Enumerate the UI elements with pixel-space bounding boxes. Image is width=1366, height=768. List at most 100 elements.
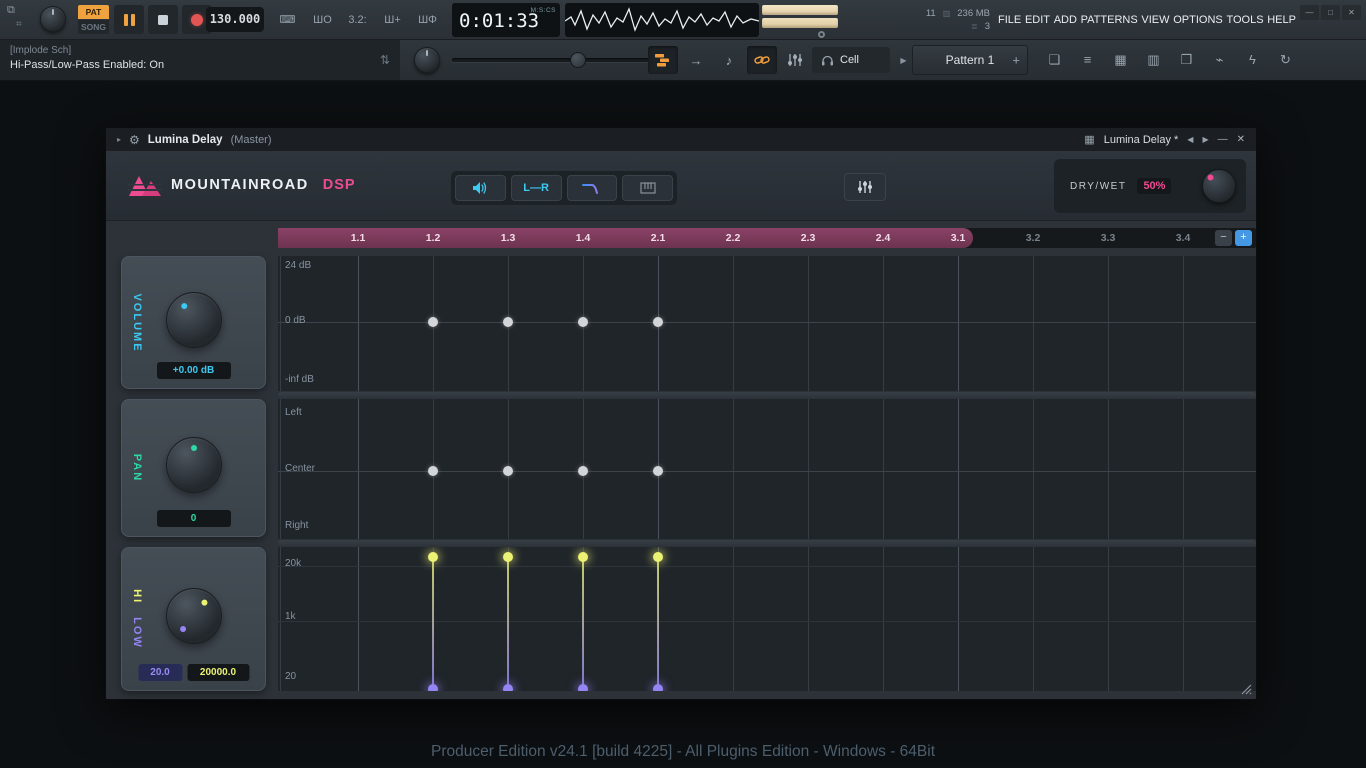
toolbar-menu-icon[interactable]: ⌗ (16, 19, 22, 30)
pan-automation-grid[interactable]: Left Center Right (278, 399, 1256, 539)
piano-roll-button[interactable]: ♪ (714, 46, 744, 74)
menu-item-options[interactable]: OPTIONS (1173, 14, 1223, 26)
automation-point-hi[interactable] (653, 552, 663, 562)
volume-value[interactable]: +0.00 dB (157, 362, 231, 379)
automation-point-hi[interactable] (428, 552, 438, 562)
timeline-ruler[interactable]: 1.11.21.31.42.12.22.32.43.13.23.33.4 − + (278, 228, 1256, 248)
zoom-in-button[interactable]: + (1235, 230, 1252, 246)
maximize-button[interactable]: □ (1321, 5, 1340, 20)
window-layout-icon[interactable]: ⧉ (7, 4, 15, 17)
automation-point[interactable] (653, 317, 663, 327)
gear-icon[interactable]: ⚙ (129, 133, 140, 147)
blend-recording-icon[interactable]: Ш+ (377, 6, 408, 33)
hilow-knob[interactable] (166, 588, 222, 644)
plugin-minimize-button[interactable]: — (1218, 134, 1228, 145)
automation-point[interactable] (653, 466, 663, 476)
collapse-icon[interactable]: ▸ (117, 135, 121, 144)
pattern-next-button[interactable]: ▶ (896, 47, 911, 73)
hi-freq-value[interactable]: 20000.0 (187, 664, 249, 681)
precount-icon[interactable]: 3.2: (342, 6, 373, 33)
time-display[interactable]: 0:01:33 M:S:CS (452, 3, 560, 37)
pan-mode-button[interactable]: L—R (511, 175, 562, 201)
automation-point[interactable] (503, 317, 513, 327)
lane-divider[interactable] (278, 392, 1256, 398)
settings-button[interactable] (844, 173, 886, 201)
master-dial[interactable] (40, 6, 66, 32)
plugin-icon[interactable]: ⌁ (1205, 46, 1234, 73)
plugin-titlebar[interactable]: ▸ ⚙ Lumina Delay (Master) ▦ Lumina Delay… (106, 128, 1256, 151)
step-edit-icon[interactable]: ШΦ (412, 6, 443, 33)
pan-value[interactable]: 0 (157, 510, 231, 527)
file-icon[interactable]: ❒ (1172, 46, 1201, 73)
drywet-knob[interactable] (1202, 169, 1236, 203)
playlist-button[interactable] (648, 46, 678, 74)
main-slider[interactable] (452, 48, 652, 72)
plugin-close-button[interactable]: ✕ (1237, 134, 1245, 145)
cell-selector[interactable]: Cell (812, 47, 890, 73)
close-button[interactable]: ✕ (1342, 5, 1361, 20)
stop-button[interactable] (148, 5, 178, 34)
volume-automation-grid[interactable]: 24 dB 0 dB -inf dB (278, 256, 1256, 391)
menu-item-tools[interactable]: TOOLS (1226, 14, 1263, 26)
automation-point-hi[interactable] (503, 552, 513, 562)
oscilloscope[interactable] (565, 3, 759, 37)
slider-thumb[interactable] (570, 52, 586, 68)
pattern-selector[interactable]: Pattern 1 + (912, 45, 1028, 75)
hilow-automation-grid[interactable]: 20k 1k 20 (278, 547, 1256, 691)
pat-mode-button[interactable]: PAT (78, 5, 109, 19)
volume-knob[interactable] (166, 292, 222, 348)
add-pattern-button[interactable]: + (1012, 53, 1020, 68)
menu-item-file[interactable]: FILE (998, 14, 1021, 26)
main-volume-knob[interactable] (414, 47, 440, 73)
master-pitch-slider[interactable] (762, 18, 838, 28)
lane-divider[interactable] (278, 540, 1256, 546)
resource-monitor[interactable]: 11 ▥ 236 MB ≣ 3 (884, 7, 990, 33)
song-mode-button[interactable]: SONG (78, 20, 109, 34)
event-list-icon[interactable]: ≡ (1073, 46, 1102, 73)
resize-handle[interactable] (1238, 681, 1252, 695)
meter-knob[interactable] (818, 31, 825, 38)
preset-prev-button[interactable]: ◀ (1187, 135, 1193, 144)
mixer-icon[interactable]: ▥ (1139, 46, 1168, 73)
automation-point[interactable] (428, 317, 438, 327)
menu-item-add[interactable]: ADD (1054, 14, 1077, 26)
arrow-button[interactable]: → (681, 46, 711, 74)
master-volume-slider[interactable] (762, 5, 838, 15)
automation-point-low[interactable] (503, 684, 513, 691)
low-freq-value[interactable]: 20.0 (138, 664, 182, 681)
workspace-icon[interactable]: ❏ (1040, 46, 1069, 73)
metronome-icon[interactable]: ШO (307, 6, 338, 33)
menu-item-patterns[interactable]: PATTERNS (1081, 14, 1138, 26)
pan-knob[interactable] (166, 437, 222, 493)
menu-item-help[interactable]: HELP (1267, 14, 1296, 26)
automation-point-low[interactable] (428, 684, 438, 691)
ruler-selection[interactable] (278, 228, 973, 248)
preset-next-button[interactable]: ▶ (1202, 135, 1208, 144)
automation-point[interactable] (578, 466, 588, 476)
mixer-button[interactable] (780, 46, 810, 74)
volume-mode-button[interactable] (455, 175, 506, 201)
automation-point[interactable] (503, 466, 513, 476)
tempo-display[interactable]: 130.000 (206, 7, 264, 32)
preset-browser-icon[interactable]: ▦ (1084, 133, 1094, 146)
automation-point[interactable] (428, 466, 438, 476)
wand-icon[interactable]: ϟ (1238, 46, 1267, 73)
automation-point[interactable] (578, 317, 588, 327)
dial-tick (52, 9, 54, 15)
refresh-icon[interactable]: ↻ (1271, 46, 1300, 73)
preset-name[interactable]: Lumina Delay * (1104, 134, 1179, 146)
automation-point-hi[interactable] (578, 552, 588, 562)
menu-item-view[interactable]: VIEW (1141, 14, 1169, 26)
filter-mode-button[interactable] (567, 175, 618, 201)
automation-point-low[interactable] (578, 684, 588, 691)
pause-button[interactable] (114, 5, 144, 34)
menu-item-edit[interactable]: EDIT (1025, 14, 1050, 26)
drywet-value[interactable]: 50% (1137, 178, 1171, 194)
keys-mode-button[interactable] (622, 175, 673, 201)
link-button[interactable] (747, 46, 777, 74)
channel-grid-icon[interactable]: ▦ (1106, 46, 1135, 73)
zoom-out-button[interactable]: − (1215, 230, 1232, 246)
typing-keyboard-icon[interactable]: ⌨ (272, 6, 303, 33)
automation-point-low[interactable] (653, 684, 663, 691)
minimize-button[interactable]: — (1300, 5, 1319, 20)
